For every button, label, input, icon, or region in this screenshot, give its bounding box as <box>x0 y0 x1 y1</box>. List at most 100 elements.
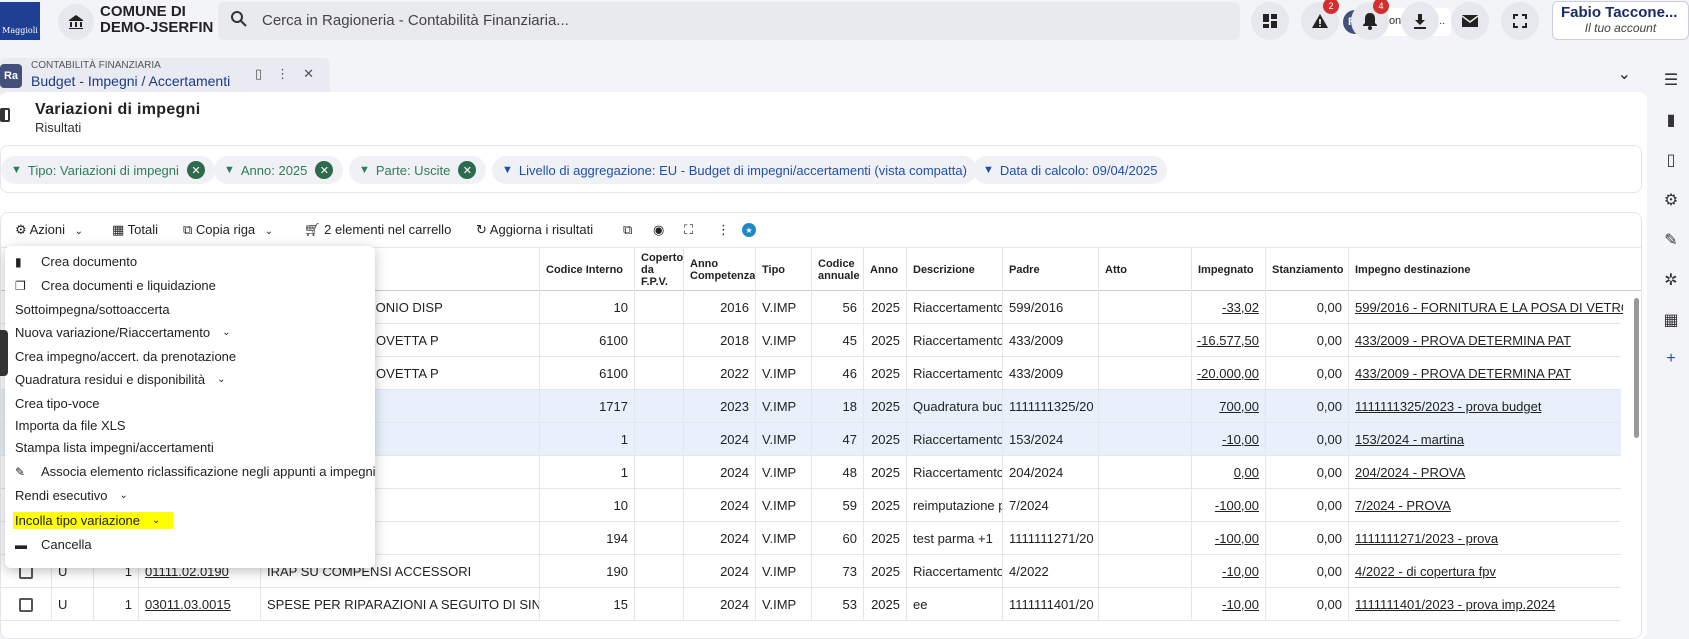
menu-item[interactable]: ▬ Cancella <box>15 537 92 552</box>
column-header[interactable]: Impegnato <box>1191 248 1265 292</box>
cell-codice-interno: 6100 <box>539 357 634 390</box>
close-icon[interactable]: ✕ <box>303 66 328 81</box>
settings-icon[interactable]: ⚙ <box>1653 180 1689 220</box>
star-icon[interactable]: ★ <box>742 223 756 237</box>
maggioli-logo[interactable]: Maggioli <box>0 2 40 40</box>
totals-button[interactable]: ▦ Totali <box>112 222 158 238</box>
cell-destinazione[interactable]: 433/2009 - PROVA DETERMINA PAT <box>1348 357 1623 390</box>
cell-impegnato[interactable]: -20.000,00 <box>1191 357 1265 390</box>
cell-destinazione[interactable]: 1111111325/2023 - prova budget <box>1348 390 1623 423</box>
refresh-button[interactable]: ↻ Aggiorna i risultati <box>476 222 593 238</box>
cell-impegnato[interactable]: -10,00 <box>1191 588 1265 621</box>
left-panel-handle[interactable] <box>0 330 8 376</box>
column-header[interactable]: Anno Competenza <box>683 248 755 292</box>
cell-descrizione: Riaccertamento <box>906 291 1002 324</box>
cell-destinazione[interactable]: 433/2009 - PROVA DETERMINA PAT <box>1348 324 1623 357</box>
menu-item[interactable]: Nuova variazione/Riaccertamento ⌄ <box>15 325 231 340</box>
column-header[interactable]: Anno <box>863 248 906 292</box>
cell-impegnato[interactable]: -10,00 <box>1191 423 1265 456</box>
cell-destinazione[interactable]: 153/2024 - martina <box>1348 423 1623 456</box>
menu-item[interactable]: Quadratura residui e disponibilità ⌄ <box>15 372 225 387</box>
bell-icon[interactable]: 4 <box>1351 0 1389 40</box>
cell-impegnato[interactable]: -10,00 <box>1191 555 1265 588</box>
book-icon[interactable]: ▮ <box>1653 100 1689 140</box>
cart-button[interactable]: 🛒︎ 2 elementi nel carrello <box>304 222 451 238</box>
copy-icon[interactable]: ⧉ <box>623 222 632 238</box>
home-icon[interactable] <box>58 4 94 40</box>
chevron-down-icon: ⌄ <box>217 374 226 385</box>
expand-icon[interactable]: ⛶ <box>684 222 693 238</box>
calculator-icon[interactable]: ▦ <box>1653 300 1689 340</box>
cell-destinazione[interactable]: 1111111271/2023 - prova <box>1348 522 1623 555</box>
actions-button[interactable]: ⚙ Azioni ⌄ <box>15 222 83 238</box>
copy-row-button[interactable]: ⧉ Copia riga ⌄ <box>183 222 273 238</box>
column-header[interactable]: Atto <box>1098 248 1191 292</box>
account-menu[interactable]: Fabio Taccone... Il tuo account <box>1552 1 1689 40</box>
plug-icon[interactable]: ✎ <box>1653 220 1689 260</box>
bookmark-icon[interactable]: ▯ <box>255 66 276 81</box>
remove-filter-icon[interactable]: ✕ <box>315 161 334 179</box>
remove-filter-icon[interactable]: ✕ <box>186 161 205 179</box>
menu-item-label: Rendi esecutivo <box>15 488 108 503</box>
checklist-icon[interactable]: ☰ <box>1653 60 1689 100</box>
menu-item[interactable]: Incolla tipo variazione ⌄ <box>13 512 173 529</box>
add-icon[interactable]: + <box>1653 340 1689 380</box>
menu-item[interactable]: Rendi esecutivo ⌄ <box>15 488 128 503</box>
cell-destinazione[interactable]: 204/2024 - PROVA <box>1348 456 1623 489</box>
cell-impegnato[interactable]: 0,00 <box>1191 456 1265 489</box>
column-header[interactable]: Codice Interno <box>539 248 634 292</box>
remove-filter-icon[interactable]: ✕ <box>458 161 477 179</box>
clipboard-icon[interactable]: ▯ <box>1653 140 1689 180</box>
filter-chip-livello[interactable]: ▼ Livello di aggregazione: EU - Budget di… <box>492 156 977 184</box>
global-search[interactable]: Cerca in Ragioneria - Contabilità Finanz… <box>218 2 1451 40</box>
menu-item[interactable]: Crea tipo-voce <box>15 396 100 411</box>
table-row[interactable]: U 1 03011.03.0015 SPESE PER RIPARAZIONI A S… <box>1 588 1621 621</box>
tab-budget-impegni[interactable]: Ra CONTABILITÀ FINANZIARIA Budget - Impe… <box>0 58 330 94</box>
menu-item[interactable]: ▮ Crea documento <box>15 254 137 269</box>
cell-padre: 1111111401/20 <box>1002 588 1098 621</box>
network-icon[interactable]: ✲ <box>1653 260 1689 300</box>
eye-icon[interactable]: ◉ <box>653 222 664 238</box>
more-vert-icon[interactable]: ⋮ <box>717 222 730 238</box>
cell-destinazione[interactable]: 4/2022 - di copertura fpv <box>1348 555 1623 588</box>
cell-impegnato[interactable]: 700,00 <box>1191 390 1265 423</box>
menu-item[interactable]: Crea impegno/accert. da prenotazione <box>15 349 236 364</box>
dashboard-icon[interactable] <box>1251 2 1289 40</box>
column-header[interactable]: Descrizione <box>906 248 1002 292</box>
menu-item[interactable]: ✎ Associa elemento riclassificazione negl… <box>15 464 376 479</box>
column-header[interactable]: Coperto da F.P.V. <box>634 248 683 292</box>
cell-destinazione[interactable]: 7/2024 - PROVA <box>1348 489 1623 522</box>
cell-destinazione[interactable]: 1111111401/2023 - prova imp.2024 <box>1348 588 1623 621</box>
cell-destinazione[interactable]: 599/2016 - FORNITURA E LA POSA DI VETROF… <box>1348 291 1623 324</box>
cell-cod-annuale: 46 <box>811 357 863 390</box>
column-header[interactable]: Padre <box>1002 248 1098 292</box>
warning-icon[interactable]: 2 <box>1301 0 1339 40</box>
chevron-down-icon[interactable]: ⌄ <box>1618 64 1631 84</box>
vertical-scrollbar[interactable] <box>1634 298 1639 438</box>
menu-item[interactable]: Sottoimpegna/sottoaccerta <box>15 302 170 317</box>
filter-chip-data-calcolo[interactable]: ▼ Data di calcolo: 09/04/2025 <box>973 156 1168 184</box>
download-icon[interactable] <box>1401 2 1439 40</box>
column-header[interactable]: Stanziamento <box>1265 248 1348 292</box>
column-header[interactable]: Codice annuale <box>811 248 863 292</box>
mail-icon[interactable] <box>1451 2 1489 40</box>
cell-impegnato[interactable]: -100,00 <box>1191 522 1265 555</box>
filter-chip-parte[interactable]: ▼ Parte: Uscite ✕ <box>349 156 487 184</box>
menu-item[interactable]: Importa da file XLS <box>15 418 126 433</box>
sidebar-toggle-icon[interactable] <box>0 108 10 122</box>
menu-item[interactable]: ❐ Crea documenti e liquidazione <box>15 278 216 293</box>
cell-impegnato[interactable]: -33,02 <box>1191 291 1265 324</box>
more-vert-icon[interactable]: ⋮ <box>276 66 303 81</box>
alerts-badge: 2 <box>1323 0 1339 14</box>
cell-impegnato[interactable]: -100,00 <box>1191 489 1265 522</box>
menu-item[interactable]: Stampa lista impegni/accertamenti <box>15 440 214 455</box>
row-checkbox[interactable] <box>19 597 33 612</box>
search-input[interactable]: Cerca in Ragioneria - Contabilità Finanz… <box>262 12 569 29</box>
cell-impegnato[interactable]: -16.577,50 <box>1191 324 1265 357</box>
column-header[interactable]: Impegno destinazione <box>1348 248 1623 292</box>
fullscreen-icon[interactable] <box>1501 2 1539 40</box>
filter-chip-tipo[interactable]: ▼ Tipo: Variazioni di impegni ✕ <box>1 156 215 184</box>
column-header[interactable]: Tipo <box>755 248 811 292</box>
filter-chip-anno[interactable]: ▼ Anno: 2025 ✕ <box>214 156 344 184</box>
cell-pdc[interactable]: 03011.03.0015 <box>138 588 260 621</box>
